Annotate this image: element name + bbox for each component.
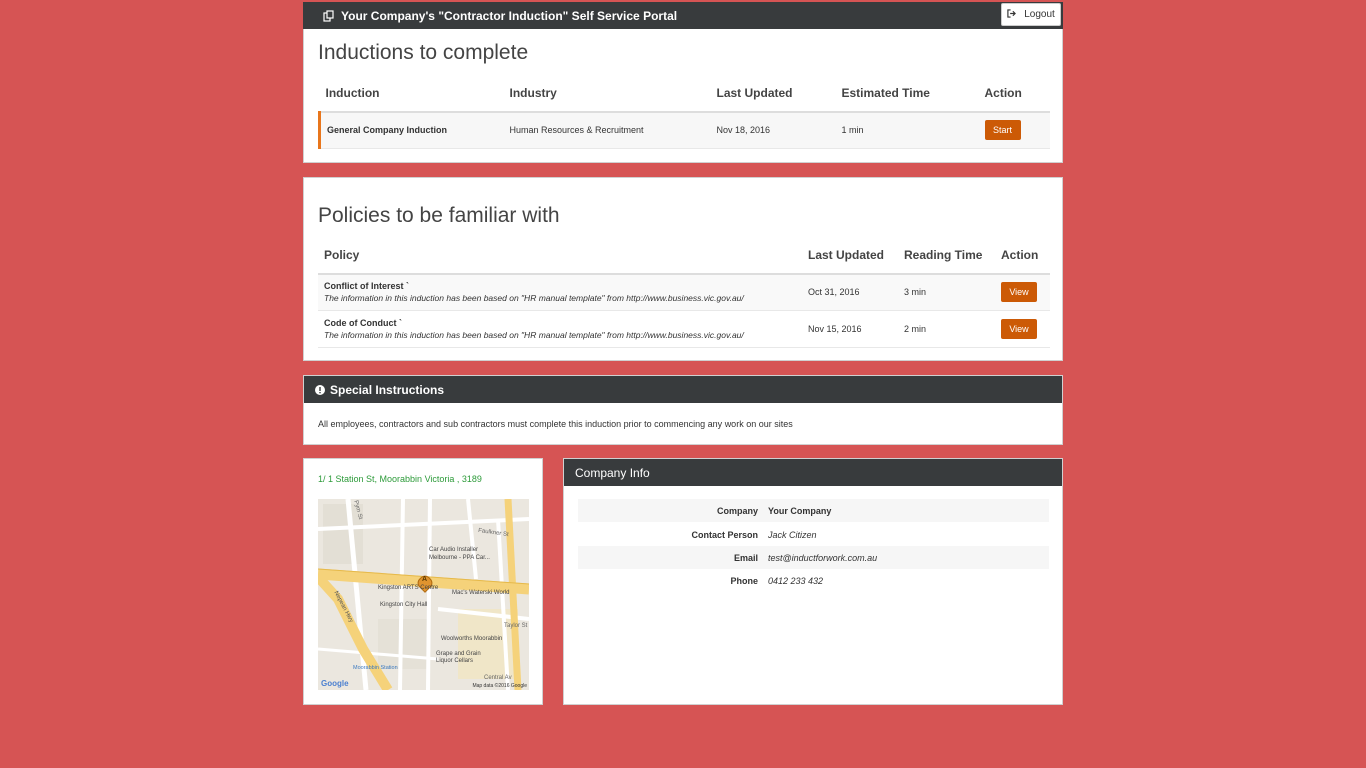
special-instructions-panel: Special Instructions All employees, cont… — [303, 375, 1063, 445]
policies-table: Policy Last Updated Reading Time Action … — [318, 237, 1050, 348]
map-label: Moorabbin Station — [353, 665, 398, 671]
policy-cell: Conflict of Interest ` The information i… — [318, 274, 802, 311]
map-label: Kingston ARTS Centre — [378, 585, 439, 591]
location-panel: 1/ 1 Station St, Moorabbin Victoria , 31… — [303, 458, 543, 705]
policy-note: The information in this induction has be… — [324, 329, 744, 340]
table-header-row: Induction Industry Last Updated Estimate… — [319, 75, 1050, 113]
policy-action-cell: View — [995, 310, 1050, 348]
induction-last-updated: Nov 18, 2016 — [710, 112, 836, 149]
policy-name: Code of Conduct ` — [324, 317, 402, 328]
inductions-title: Inductions to complete — [318, 41, 529, 64]
view-button[interactable]: View — [1001, 282, 1037, 303]
table-row: Code of Conduct ` The information in thi… — [318, 310, 1050, 348]
view-button[interactable]: View — [1001, 318, 1037, 339]
policy-reading-time: 2 min — [898, 310, 995, 348]
info-label: Contact Person — [691, 529, 758, 540]
start-button[interactable]: Start — [984, 120, 1021, 141]
policy-name: Conflict of Interest ` — [324, 281, 409, 292]
col-induction: Induction — [319, 75, 504, 113]
induction-name: General Company Induction — [318, 112, 504, 149]
policy-note: The information in this induction has be… — [324, 293, 744, 304]
company-info-title: Company Info — [575, 465, 650, 480]
info-value: Your Company — [768, 505, 832, 516]
special-instructions-title: Special Instructions — [330, 382, 445, 397]
map-label: Woolworths Moorabbin — [441, 636, 503, 642]
policies-title: Policies to be familiar with — [318, 204, 560, 227]
col-action: Action — [978, 75, 1050, 113]
company-info-row: Phone 0412 233 432 — [578, 569, 1049, 592]
induction-action-cell: Start — [978, 112, 1050, 149]
company-info-panel: Company Info Company Your Company Contac… — [563, 458, 1063, 705]
special-instructions-text: All employees, contractors and sub contr… — [318, 419, 793, 429]
policy-cell: Code of Conduct ` The information in thi… — [318, 310, 802, 348]
logout-label: Logout — [1024, 9, 1055, 20]
col-reading-time: Reading Time — [898, 237, 995, 275]
sign-out-icon — [1007, 8, 1019, 21]
policy-last-updated: Oct 31, 2016 — [802, 274, 898, 311]
portal-header: Your Company's "Contractor Induction" Se… — [303, 2, 1063, 29]
company-info-row: Email test@inductforwork.com.au — [578, 546, 1049, 569]
info-label: Phone — [730, 575, 758, 586]
col-estimated-time: Estimated Time — [835, 75, 979, 113]
location-map[interactable]: A Car Audio Installer Melbourne - PPA Ca… — [318, 499, 529, 690]
policy-last-updated: Nov 15, 2016 — [802, 310, 898, 348]
map-label: Taylor St — [504, 623, 528, 629]
induction-estimated-time: 1 min — [835, 112, 979, 149]
induction-industry: Human Resources & Recruitment — [503, 112, 711, 149]
logout-button[interactable]: Logout — [1001, 3, 1061, 26]
exclamation-circle-icon — [315, 384, 325, 395]
col-action: Action — [995, 237, 1050, 275]
portal-title: Your Company's "Contractor Induction" Se… — [341, 8, 678, 23]
table-row: Conflict of Interest ` The information i… — [318, 274, 1050, 311]
info-label: Company — [716, 505, 758, 516]
info-value: 0412 233 432 — [768, 575, 824, 586]
map-label: Grape and Grain — [436, 651, 481, 657]
map-label: Mac's Waterski World — [452, 590, 510, 596]
company-info-row: Company Your Company — [578, 499, 1049, 522]
info-value: test@inductforwork.com.au — [768, 552, 878, 563]
company-info-row: Contact Person Jack Citizen — [578, 523, 1049, 546]
policy-reading-time: 3 min — [898, 274, 995, 311]
table-header-row: Policy Last Updated Reading Time Action — [318, 237, 1050, 275]
copy-icon — [323, 9, 335, 22]
google-logo: Google — [321, 679, 349, 688]
table-row: General Company Induction Human Resource… — [318, 112, 1050, 149]
policy-action-cell: View — [995, 274, 1050, 311]
col-industry: Industry — [503, 75, 711, 113]
inductions-table: Induction Industry Last Updated Estimate… — [318, 75, 1050, 149]
col-policy: Policy — [318, 237, 802, 275]
map-marker-label: A — [422, 576, 428, 583]
address-link[interactable]: 1/ 1 Station St, Moorabbin Victoria , 31… — [318, 474, 482, 484]
col-last-updated: Last Updated — [802, 237, 898, 275]
map-label: Melbourne - PPA Car... — [429, 555, 490, 561]
map-label: Central Av — [484, 675, 512, 681]
special-instructions-header: Special Instructions — [304, 376, 1062, 403]
map-label: Kingston City Hall — [380, 602, 428, 608]
info-label: Email — [733, 552, 758, 563]
company-info-header: Company Info — [564, 459, 1062, 486]
map-label: Liquor Cellars — [436, 658, 474, 664]
col-last-updated: Last Updated — [710, 75, 836, 113]
inductions-panel: Inductions to complete Induction Industr… — [303, 29, 1063, 163]
map-attribution: Map data ©2016 Google — [472, 683, 527, 689]
map-label: Car Audio Installer — [429, 547, 479, 553]
policies-panel: Policies to be familiar with Policy Last… — [303, 177, 1063, 361]
info-value: Jack Citizen — [768, 529, 817, 540]
